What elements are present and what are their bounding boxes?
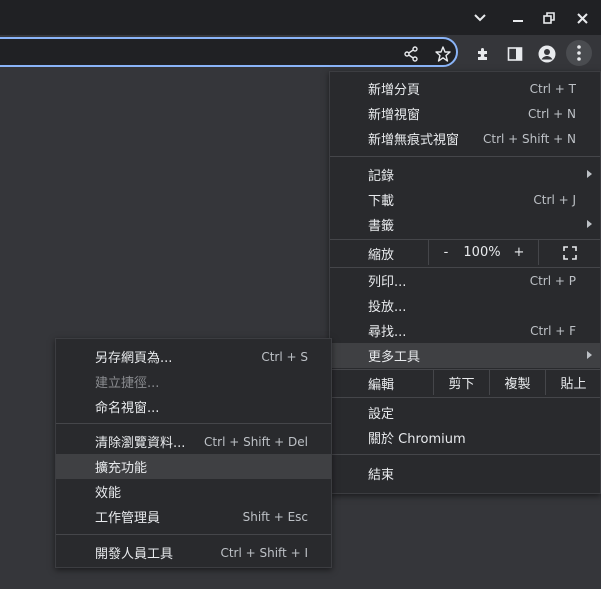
cut-label: 剪下: [448, 377, 475, 392]
menu-item-shortcut: Ctrl + J: [533, 192, 576, 207]
menu-item-shortcut: Ctrl + N: [527, 106, 576, 121]
paste-button[interactable]: 貼上: [545, 370, 601, 395]
menu-item-label: 下載: [368, 194, 395, 209]
menu-item-bookmarks[interactable]: 書籤: [330, 212, 600, 237]
tab-search-icon[interactable]: [469, 7, 491, 29]
submenu-arrow-icon: [587, 170, 592, 178]
menu-separator: [330, 454, 600, 455]
zoom-level: 100%: [462, 240, 502, 265]
menu-item-about[interactable]: 關於 Chromium: [330, 425, 600, 450]
menu-item-more-tools[interactable]: 更多工具: [330, 343, 600, 368]
zoom-level-value: 100%: [463, 245, 501, 260]
menu-item-shortcut: Ctrl + T: [529, 81, 576, 96]
title-bar: [0, 0, 601, 35]
menu-separator: [56, 534, 331, 535]
menu-item-label: 開發人員工具: [95, 547, 174, 562]
fullscreen-button[interactable]: [538, 240, 601, 265]
menu-row-edit: 編輯 剪下 複製 貼上: [330, 370, 600, 397]
cut-button[interactable]: 剪下: [433, 370, 489, 395]
menu-item-shortcut: Ctrl + P: [529, 273, 576, 288]
menu-separator: [330, 397, 600, 398]
menu-item-downloads[interactable]: 下載 Ctrl + J: [330, 187, 600, 212]
menu-item-exit[interactable]: 結束: [330, 461, 600, 486]
submenu-item-save-page-as[interactable]: 另存網頁為... Ctrl + S: [56, 344, 331, 369]
zoom-in-label: +: [513, 245, 525, 260]
toolbar: [0, 35, 601, 73]
menu-item-cast[interactable]: 投放...: [330, 293, 600, 318]
menu-item-new-tab[interactable]: 新增分頁 Ctrl + T: [330, 76, 600, 101]
menu-item-label: 設定: [368, 407, 395, 422]
submenu-arrow-icon: [587, 351, 592, 359]
address-bar[interactable]: [0, 37, 458, 67]
menu-item-label: 尋找...: [368, 325, 407, 340]
edit-label: 編輯: [368, 378, 395, 393]
menu-item-label: 書籤: [368, 219, 395, 234]
menu-separator: [56, 423, 331, 424]
copy-button[interactable]: 複製: [489, 370, 545, 395]
bookmark-star-icon[interactable]: [430, 41, 456, 67]
submenu-arrow-icon: [587, 220, 592, 228]
menu-item-history[interactable]: 記錄: [330, 162, 600, 187]
restore-icon[interactable]: [538, 7, 560, 29]
menu-item-print[interactable]: 列印... Ctrl + P: [330, 268, 600, 293]
menu-item-label: 新增視窗: [368, 108, 421, 123]
menu-item-label: 清除瀏覽資料...: [95, 436, 186, 451]
menu-item-label: 工作管理員: [95, 511, 161, 526]
menu-item-label: 投放...: [368, 300, 407, 315]
menu-item-shortcut: Ctrl + Shift + N: [483, 131, 576, 146]
copy-label: 複製: [504, 377, 531, 392]
menu-item-label: 記錄: [368, 169, 395, 184]
submenu-item-performance[interactable]: 效能: [56, 479, 331, 504]
menu-item-label: 新增分頁: [368, 83, 421, 98]
fullscreen-icon: [563, 245, 577, 260]
menu-item-find[interactable]: 尋找... Ctrl + F: [330, 318, 600, 343]
menu-item-label: 列印...: [368, 275, 407, 290]
more-menu-icon[interactable]: [566, 40, 592, 66]
submenu-item-developer-tools[interactable]: 開發人員工具 Ctrl + Shift + I: [56, 540, 331, 565]
menu-item-settings[interactable]: 設定: [330, 400, 600, 425]
close-icon[interactable]: [571, 7, 593, 29]
menu-item-shortcut: Ctrl + F: [530, 323, 576, 338]
submenu-item-clear-browsing-data[interactable]: 清除瀏覽資料... Ctrl + Shift + Del: [56, 429, 331, 454]
side-panel-icon[interactable]: [502, 41, 528, 67]
share-icon[interactable]: [398, 41, 424, 67]
menu-item-label: 更多工具: [368, 350, 421, 365]
submenu-item-extensions[interactable]: 擴充功能: [56, 454, 331, 479]
menu-item-label: 效能: [95, 486, 122, 501]
more-tools-submenu: 另存網頁為... Ctrl + S 建立捷徑... 命名視窗... 清除瀏覽資料…: [55, 338, 332, 568]
menu-item-label: 新增無痕式視窗: [368, 133, 460, 148]
menu-row-zoom: 縮放 - 100% +: [330, 240, 600, 266]
submenu-item-name-window[interactable]: 命名視窗...: [56, 394, 331, 419]
menu-item-shortcut: Ctrl + Shift + I: [220, 545, 308, 560]
minimize-icon[interactable]: [507, 7, 529, 29]
submenu-item-create-shortcut: 建立捷徑...: [56, 369, 331, 394]
menu-item-label: 結束: [368, 468, 395, 483]
submenu-item-task-manager[interactable]: 工作管理員 Shift + Esc: [56, 504, 331, 529]
menu-item-new-window[interactable]: 新增視窗 Ctrl + N: [330, 101, 600, 126]
zoom-out-label: -: [443, 245, 449, 260]
profile-icon[interactable]: [534, 41, 560, 67]
menu-item-label: 關於 Chromium: [368, 432, 466, 447]
menu-separator: [330, 156, 600, 157]
menu-item-new-incognito-window[interactable]: 新增無痕式視窗 Ctrl + Shift + N: [330, 126, 600, 151]
menu-item-label: 命名視窗...: [95, 401, 160, 416]
extensions-icon[interactable]: [470, 41, 496, 67]
zoom-out-button[interactable]: -: [428, 240, 463, 265]
zoom-label: 縮放: [368, 247, 395, 263]
main-menu: 新增分頁 Ctrl + T 新增視窗 Ctrl + N 新增無痕式視窗 Ctrl…: [329, 71, 601, 494]
menu-item-label: 建立捷徑...: [95, 376, 160, 391]
menu-item-label: 另存網頁為...: [95, 351, 173, 366]
zoom-in-button[interactable]: +: [502, 240, 536, 265]
menu-item-shortcut: Ctrl + S: [261, 349, 308, 364]
menu-item-label: 擴充功能: [95, 461, 148, 476]
menu-item-shortcut: Ctrl + Shift + Del: [204, 434, 308, 449]
paste-label: 貼上: [560, 377, 587, 392]
menu-item-shortcut: Shift + Esc: [242, 509, 308, 524]
